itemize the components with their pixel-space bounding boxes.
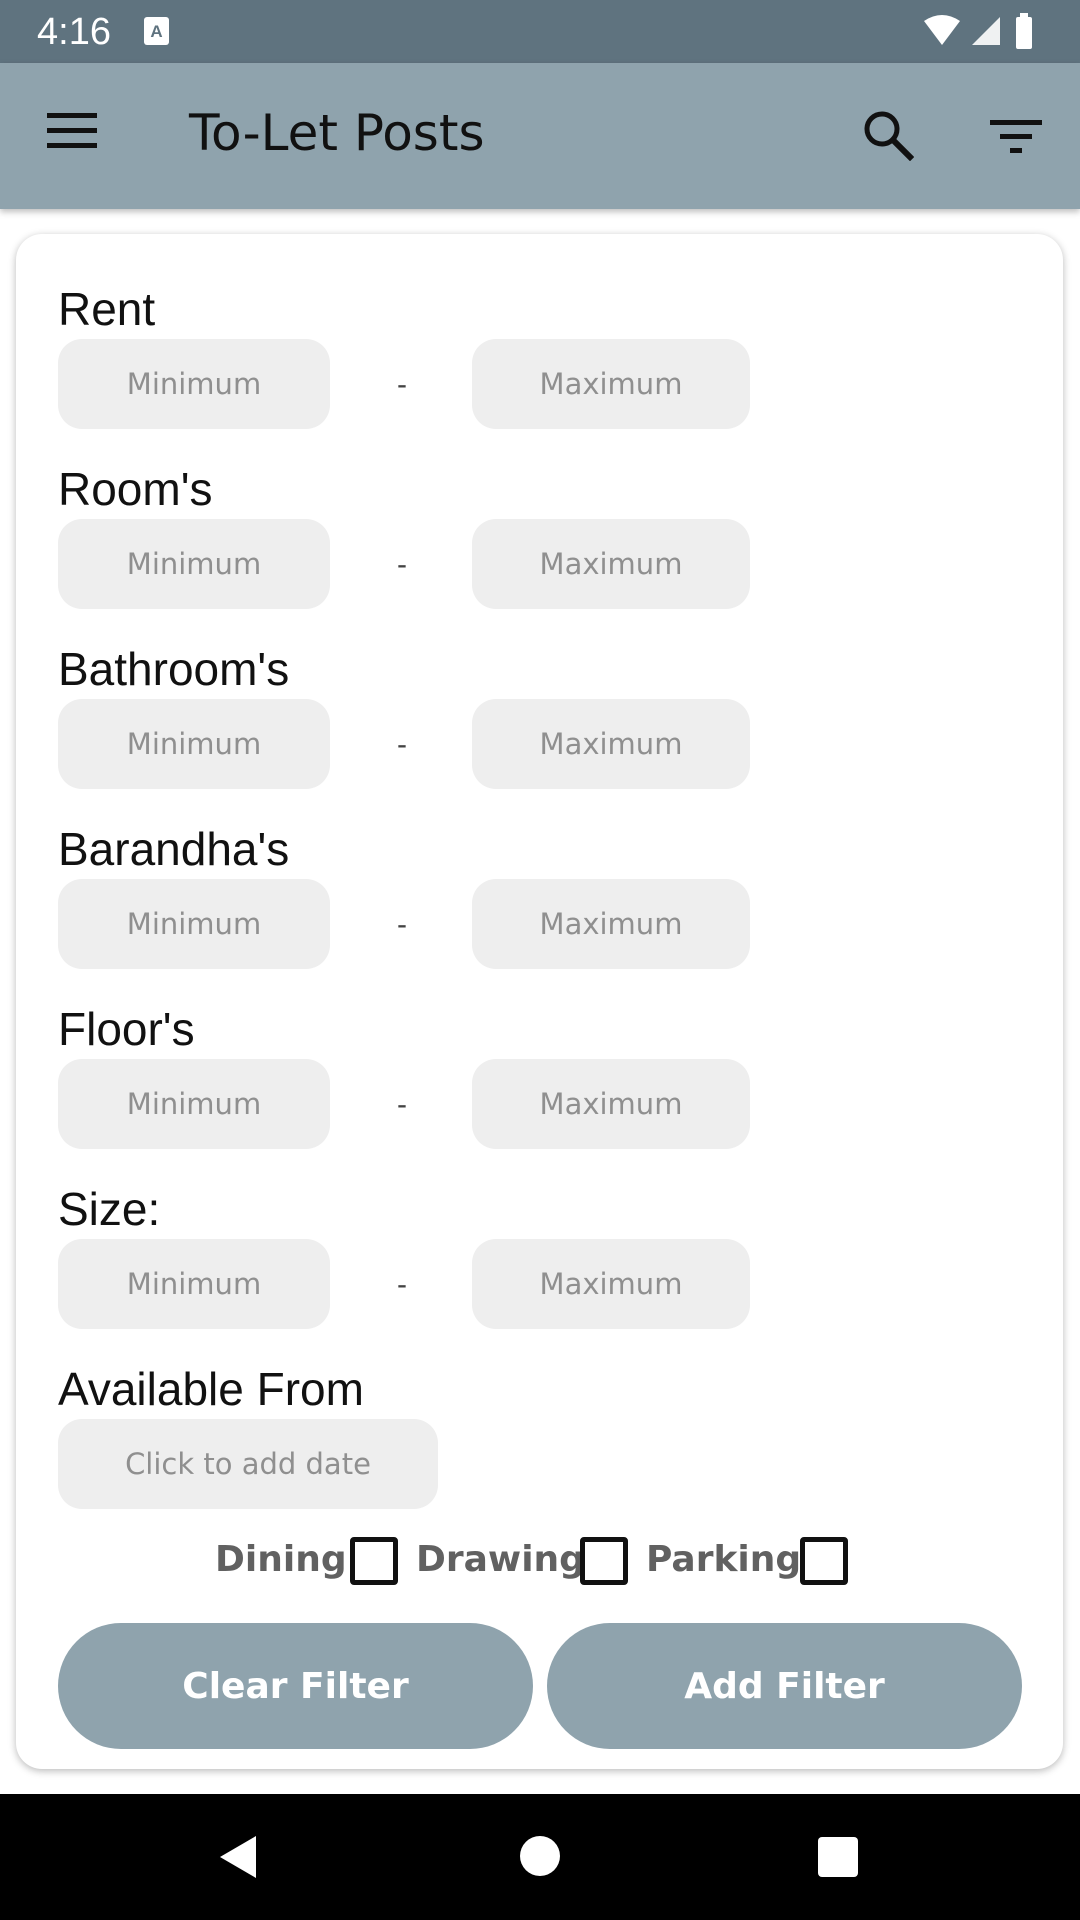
barandhas-min-input[interactable]: Minimum — [58, 879, 330, 969]
drawing-label: Drawing — [416, 1539, 585, 1580]
size-max-input[interactable]: Maximum — [472, 1239, 750, 1329]
bathrooms-min-input[interactable]: Minimum — [58, 699, 330, 789]
range-separator: - — [397, 1088, 407, 1121]
recents-square-icon[interactable] — [818, 1837, 858, 1877]
signal-icon — [972, 17, 1000, 45]
range-separator: - — [397, 548, 407, 581]
dining-label: Dining — [215, 1539, 347, 1580]
battery-icon — [1016, 13, 1032, 49]
parking-checkbox[interactable] — [800, 1537, 848, 1585]
range-separator: - — [397, 908, 407, 941]
hamburger-menu-icon[interactable] — [45, 111, 99, 151]
dining-checkbox[interactable] — [350, 1537, 398, 1585]
available-from-label: Available From — [58, 1363, 364, 1415]
add-filter-button[interactable]: Add Filter — [547, 1623, 1022, 1749]
date-picker-input[interactable]: Click to add date — [58, 1419, 438, 1509]
barandhas-label: Barandha's — [58, 823, 290, 875]
range-separator: - — [397, 1268, 407, 1301]
status-bar: 4:16 A — [0, 0, 1080, 63]
size-min-input[interactable]: Minimum — [58, 1239, 330, 1329]
range-separator: - — [397, 728, 407, 761]
navigation-bar — [0, 1794, 1080, 1920]
drawing-checkbox[interactable] — [580, 1537, 628, 1585]
floors-label: Floor's — [58, 1003, 195, 1055]
rent-min-input[interactable]: Minimum — [58, 339, 330, 429]
rent-label: Rent — [58, 283, 156, 335]
size-label: Size: — [58, 1183, 161, 1235]
parking-label: Parking — [646, 1539, 802, 1580]
filter-icon[interactable] — [990, 118, 1042, 156]
svg-text:A: A — [150, 22, 162, 41]
range-separator: - — [397, 368, 407, 401]
bathrooms-max-input[interactable]: Maximum — [472, 699, 750, 789]
back-triangle-icon[interactable] — [216, 1834, 260, 1880]
app-bar: To-Let Posts — [0, 63, 1080, 209]
status-icons — [924, 13, 1032, 49]
rooms-label: Room's — [58, 463, 213, 515]
rooms-max-input[interactable]: Maximum — [472, 519, 750, 609]
wifi-icon — [924, 15, 960, 45]
home-circle-icon[interactable] — [520, 1836, 560, 1876]
barandhas-max-input[interactable]: Maximum — [472, 879, 750, 969]
bathrooms-label: Bathroom's — [58, 643, 290, 695]
status-time: 4:16 — [37, 11, 111, 53]
clear-filter-button[interactable]: Clear Filter — [58, 1623, 533, 1749]
floors-max-input[interactable]: Maximum — [472, 1059, 750, 1149]
rent-max-input[interactable]: Maximum — [472, 339, 750, 429]
font-a-icon: A — [144, 17, 169, 45]
search-icon[interactable] — [862, 109, 914, 161]
floors-min-input[interactable]: Minimum — [58, 1059, 330, 1149]
rooms-min-input[interactable]: Minimum — [58, 519, 330, 609]
page-title: To-Let Posts — [189, 104, 485, 162]
